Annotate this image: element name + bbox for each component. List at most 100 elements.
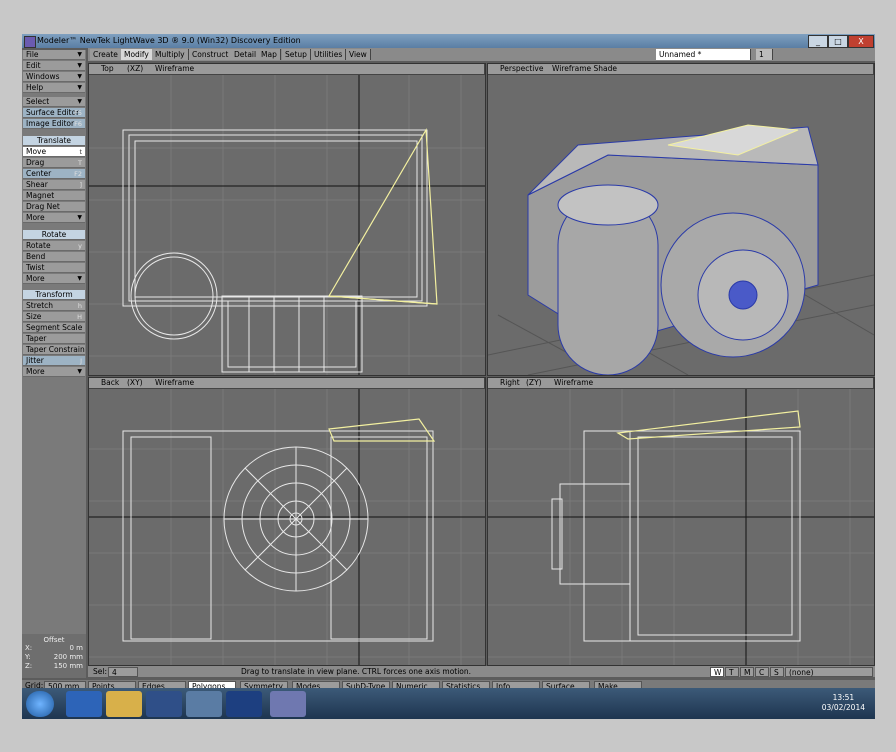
- view-type-back[interactable]: Back: [101, 378, 119, 388]
- rotate-more-button[interactable]: More ▼: [23, 274, 85, 284]
- transform-more-button[interactable]: More ▼: [23, 367, 85, 377]
- rotate-header: Rotate: [23, 230, 85, 240]
- color-toggle[interactable]: C: [755, 667, 769, 677]
- viewport-header: Perspective Wireframe Shade ✥◎⌕◪: [488, 64, 874, 75]
- surface-select[interactable]: (none): [785, 667, 873, 677]
- minimize-button[interactable]: _: [808, 35, 828, 48]
- object-selector[interactable]: Unnamed *: [656, 49, 751, 60]
- tab-utilities[interactable]: Utilities: [311, 49, 347, 60]
- offset-y-value[interactable]: 200 mm: [54, 653, 83, 661]
- drag-tool-button[interactable]: Drag T: [23, 158, 85, 168]
- tab-setup[interactable]: Setup: [282, 49, 311, 60]
- start-orb-icon[interactable]: [26, 691, 54, 717]
- close-button[interactable]: X: [848, 35, 874, 48]
- twist-tool-button[interactable]: Twist: [23, 263, 85, 273]
- offset-x-value[interactable]: 0 m: [70, 644, 84, 652]
- translate-header: Translate: [23, 136, 85, 146]
- size-tool-button[interactable]: Size H: [23, 312, 85, 322]
- clock-time: 13:51: [832, 693, 855, 702]
- magnet-tool-button[interactable]: Magnet: [23, 191, 85, 201]
- render-mode-select[interactable]: Wireframe Shade: [552, 64, 617, 74]
- help-menu[interactable]: Help ▼: [23, 83, 85, 93]
- tab-construct[interactable]: Construct: [189, 49, 233, 60]
- file-explorer-icon[interactable]: [106, 691, 142, 717]
- tab-create[interactable]: Create: [90, 49, 122, 60]
- selection-label: Sel:: [93, 667, 107, 676]
- windows-menu[interactable]: Windows ▼: [23, 72, 85, 82]
- status-bar: Sel: 4 Drag to translate in view plane. …: [88, 666, 875, 677]
- shear-tool-button[interactable]: Shear]: [23, 180, 85, 190]
- transform-header: Transform: [23, 290, 85, 300]
- view-axes: (ZY): [526, 378, 542, 387]
- right-view-wireframe: [488, 389, 874, 665]
- move-tool-button[interactable]: Move t: [23, 147, 85, 157]
- lightwave-icon[interactable]: [270, 691, 306, 717]
- internet-explorer-icon[interactable]: [66, 691, 102, 717]
- surface-editor-button[interactable]: Surface Editor F5: [23, 108, 85, 118]
- bend-tool-button[interactable]: Bend: [23, 252, 85, 262]
- window-title: Modeler™ NewTek LightWave 3D ® 9.0 (Win3…: [37, 36, 301, 45]
- image-editor-button[interactable]: Image Editor F6: [23, 119, 85, 129]
- viewport-header: Back (XY) Wireframe ✥◎⌕◪: [89, 378, 485, 389]
- segment-scale-button[interactable]: Segment Scale: [23, 323, 85, 333]
- taper-tool-button[interactable]: Taper: [23, 334, 85, 344]
- view-type-perspective[interactable]: Perspective: [500, 64, 543, 74]
- viewport-perspective[interactable]: Perspective Wireframe Shade ✥◎⌕◪: [487, 63, 875, 376]
- viewport-right[interactable]: Right (ZY) Wireframe ✥◎⌕◪: [487, 377, 875, 666]
- offset-z-label: Z:: [25, 662, 33, 670]
- texture-toggle[interactable]: T: [725, 667, 739, 677]
- modeler-window: Modeler™ NewTek LightWave 3D ® 9.0 (Win3…: [22, 34, 875, 719]
- viewport-top[interactable]: Top (XZ) Wireframe ✥◎⌕◪: [88, 63, 486, 376]
- rotate-tool-button[interactable]: Rotate y: [23, 241, 85, 251]
- tab-view[interactable]: View: [346, 49, 371, 60]
- viewport-header: Right (ZY) Wireframe ✥◎⌕◪: [488, 378, 874, 389]
- chrome-icon[interactable]: [186, 691, 222, 717]
- top-view-wireframe: [89, 75, 485, 375]
- view-type-right[interactable]: Right: [500, 378, 520, 388]
- tab-detail[interactable]: Detail: [231, 49, 261, 60]
- offset-x-label: X:: [25, 644, 33, 652]
- viewport-header: Top (XZ) Wireframe ✥◎⌕◪: [89, 64, 485, 75]
- offset-y-label: Y:: [25, 653, 31, 661]
- offset-title: Offset: [43, 636, 65, 644]
- maximize-view-icon[interactable]: ◪: [484, 378, 485, 388]
- back-view-wireframe: [89, 389, 485, 665]
- tab-map[interactable]: Map: [258, 49, 281, 60]
- render-mode-select[interactable]: Wireframe: [155, 64, 194, 74]
- maximize-view-icon[interactable]: ◪: [484, 64, 485, 74]
- system-clock[interactable]: 13:51 03/02/2014: [822, 693, 865, 713]
- taper-constrain-button[interactable]: Taper Constrain: [23, 345, 85, 355]
- photoshop-icon[interactable]: [226, 691, 262, 717]
- select-menu[interactable]: Select ▼: [23, 97, 85, 107]
- edit-menu[interactable]: Edit ▼: [23, 61, 85, 71]
- translate-more-button[interactable]: More ▼: [23, 213, 85, 223]
- render-mode-select[interactable]: Wireframe: [554, 378, 593, 388]
- viewport-back[interactable]: Back (XY) Wireframe ✥◎⌕◪: [88, 377, 486, 666]
- maximize-view-icon[interactable]: ◪: [873, 64, 874, 74]
- file-menu[interactable]: File ▼: [23, 50, 85, 60]
- tab-modify[interactable]: Modify: [121, 49, 153, 60]
- view-axes: (XY): [127, 378, 143, 387]
- media-player-icon[interactable]: [146, 691, 182, 717]
- windows-taskbar: 13:51 03/02/2014: [22, 688, 875, 719]
- layer-number[interactable]: 1: [756, 49, 773, 60]
- view-type-top[interactable]: Top: [101, 64, 114, 74]
- morph-toggle[interactable]: M: [740, 667, 754, 677]
- clock-date: 03/02/2014: [821, 703, 865, 712]
- maximize-view-icon[interactable]: ◪: [873, 378, 874, 388]
- tab-multiply[interactable]: Multiply: [152, 49, 189, 60]
- tab-bar: Create Modify Multiply Construct Detail …: [88, 48, 875, 61]
- render-mode-select[interactable]: Wireframe: [155, 378, 194, 388]
- center-tool-button[interactable]: Center F2: [23, 169, 85, 179]
- title-bar[interactable]: Modeler™ NewTek LightWave 3D ® 9.0 (Win3…: [22, 34, 875, 48]
- jitter-tool-button[interactable]: Jitter J: [23, 356, 85, 366]
- status-hint: Drag to translate in view plane. CTRL fo…: [241, 667, 472, 676]
- toolbar-sidebar: File ▼ Edit ▼ Windows ▼ Help ▼ Select ▼ Surfa…: [22, 50, 86, 668]
- wireframe-toggle[interactable]: W: [710, 667, 724, 677]
- stretch-tool-button[interactable]: Stretch h: [23, 301, 85, 311]
- offset-z-value[interactable]: 150 mm: [54, 662, 83, 670]
- drag-net-tool-button[interactable]: Drag Net: [23, 202, 85, 212]
- selection-set-toggle[interactable]: S: [770, 667, 784, 677]
- maximize-button[interactable]: □: [828, 35, 848, 48]
- perspective-shaded-model: [488, 124, 874, 375]
